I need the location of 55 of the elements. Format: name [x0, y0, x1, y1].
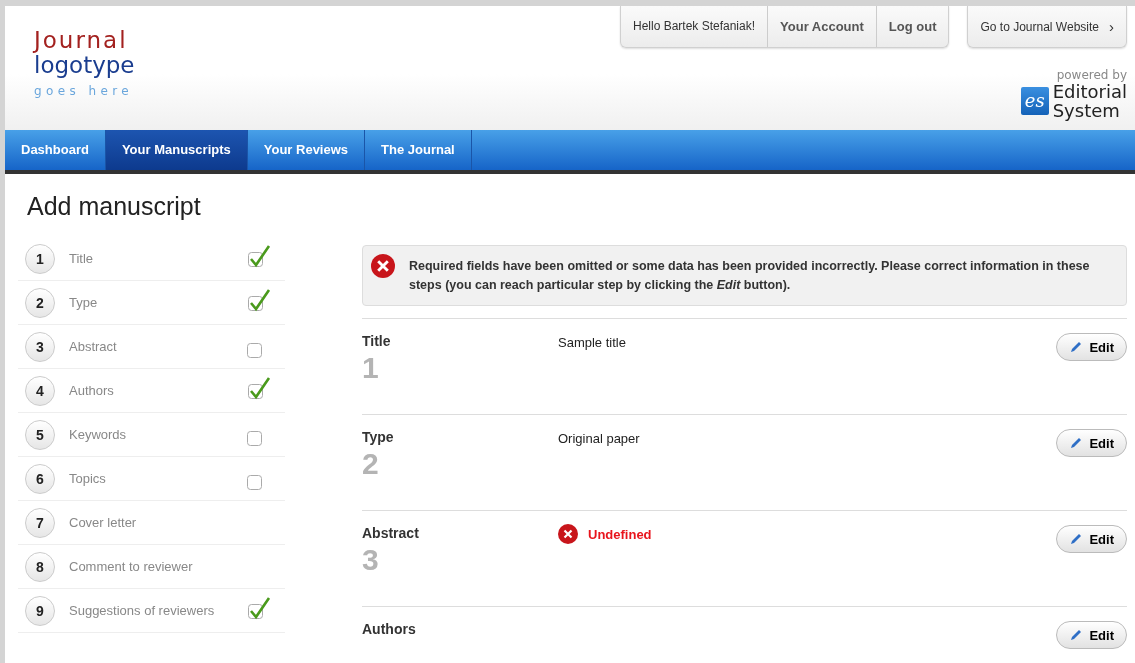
- error-value: Undefined: [588, 526, 652, 542]
- step-number: 4: [25, 375, 55, 406]
- section-title: Authors: [362, 621, 417, 637]
- powered-by-text: powered by: [1056, 68, 1127, 82]
- step-number: 3: [25, 331, 55, 362]
- section-number: 3: [362, 543, 380, 577]
- error-icon: [371, 254, 395, 278]
- step-number: 1: [25, 243, 55, 274]
- step-link[interactable]: Abstract: [69, 338, 219, 355]
- brand-text: Editorial: [1052, 82, 1127, 101]
- nav-tab[interactable]: Dashboard: [5, 130, 106, 170]
- pencil-icon: [1069, 436, 1084, 450]
- step-number: 8: [25, 551, 55, 582]
- edit-button[interactable]: Edit: [1056, 621, 1127, 649]
- nav-tab[interactable]: Your Manuscripts: [105, 130, 248, 170]
- section-title: Abstract: [362, 525, 420, 541]
- step-link[interactable]: Keywords: [69, 426, 219, 443]
- account-link[interactable]: Your Account: [768, 6, 877, 47]
- logo-icon: es: [1020, 87, 1049, 115]
- edit-button[interactable]: Edit: [1056, 429, 1127, 457]
- step-number: 2: [25, 287, 55, 318]
- edit-button[interactable]: Edit: [1056, 333, 1127, 361]
- step-link[interactable]: Type: [69, 294, 219, 311]
- section-number: 1: [362, 351, 380, 385]
- section-number: 2: [362, 447, 380, 481]
- error-message: Required fields have been omitted or some data has been provided incorrectly. Please correct information in these steps (you can reach particular step by clicking the Edit button).: [409, 258, 1091, 294]
- error-icon: [558, 524, 578, 544]
- logo-tagline: goes here: [34, 84, 135, 98]
- pencil-icon: [1069, 532, 1084, 546]
- section-title: Title: [362, 333, 392, 349]
- account-link[interactable]: Log out: [876, 6, 949, 47]
- step-link[interactable]: Cover letter: [69, 514, 219, 531]
- website-link[interactable]: Go to Journal Website ›: [967, 6, 1127, 48]
- page-title: Add manuscript: [26, 191, 202, 222]
- section-value: Original paper: [558, 430, 640, 446]
- pencil-icon: [1069, 340, 1084, 354]
- step-number: 5: [25, 419, 55, 450]
- nav-tab[interactable]: The Journal: [365, 130, 472, 170]
- step-link[interactable]: Title: [69, 250, 219, 267]
- pencil-icon: [1069, 628, 1084, 642]
- step-number: 7: [25, 507, 55, 538]
- step-link[interactable]: Authors: [69, 382, 219, 399]
- logo-text: logotype: [34, 52, 135, 78]
- section-value: Sample title: [558, 334, 626, 350]
- step-link[interactable]: Suggestions of reviewers: [69, 602, 219, 619]
- logo-text: Journal: [34, 28, 129, 52]
- brand-text: System: [1052, 101, 1121, 120]
- section-title: Type: [362, 429, 395, 445]
- step-number: 9: [25, 595, 55, 626]
- step-number: 6: [25, 463, 55, 494]
- greeting-text: Hello Bartek Stefaniak!: [621, 6, 769, 47]
- edit-button[interactable]: Edit: [1056, 525, 1127, 553]
- nav-tab[interactable]: Your Reviews: [247, 130, 366, 170]
- step-link[interactable]: Topics: [69, 470, 219, 487]
- step-link[interactable]: Comment to reviewer: [69, 558, 219, 575]
